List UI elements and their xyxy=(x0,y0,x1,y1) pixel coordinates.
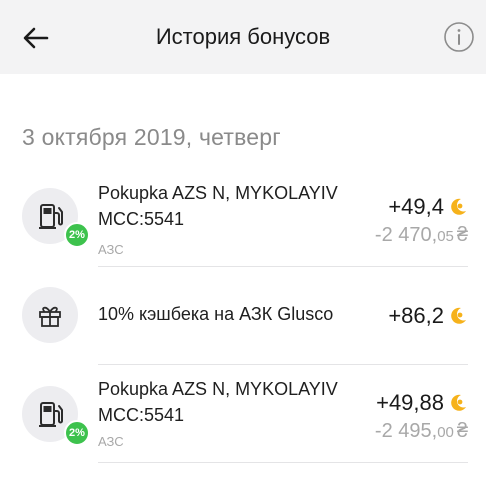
page-title: История бонусов xyxy=(155,24,331,49)
divider xyxy=(98,364,468,365)
transaction-title: 10% кэшбека на АЗК Glusco xyxy=(98,304,334,324)
transaction-icon-circle xyxy=(22,287,78,343)
bonus-amount: +49,88 xyxy=(376,390,468,416)
purchase-amount-decimals: 05 xyxy=(437,228,454,245)
transaction-category: АЗС xyxy=(98,434,124,449)
bonus-amount: +86,2 xyxy=(388,303,468,329)
currency-symbol: ₴ xyxy=(456,420,468,442)
bonus-transaction[interactable]: 2% Pokupka AZS N, MYKOLAYIV MCC:5541 АЗС… xyxy=(0,170,486,266)
app-header: История бонусов xyxy=(0,0,486,74)
bonus-transaction[interactable]: 2% Pokupka AZS N, MYKOLAYIV MCC:5541 АЗС… xyxy=(0,366,486,462)
cashback-percent-badge: 2% xyxy=(64,222,90,248)
purchase-amount-decimals: 00 xyxy=(437,424,454,441)
divider xyxy=(98,462,468,463)
fuel-pump-icon xyxy=(39,402,63,427)
currency-symbol: ₴ xyxy=(456,224,468,246)
cashback-percent-badge: 2% xyxy=(64,420,90,446)
bonus-value: +49,4 xyxy=(388,194,444,219)
fuel-pump-icon xyxy=(39,204,63,229)
transaction-icon-circle: 2% xyxy=(22,188,90,248)
info-button[interactable] xyxy=(442,20,476,54)
date-heading: 3 октября 2019, четверг xyxy=(22,124,281,150)
bonus-coin-icon xyxy=(448,393,468,413)
bonus-transaction[interactable]: 10% кэшбека на АЗК Glusco +86,2 xyxy=(0,267,486,363)
transaction-title: Pokupka AZS N, MYKOLAYIV MCC:5541 xyxy=(98,379,338,425)
transaction-icon-circle: 2% xyxy=(22,386,90,446)
bonus-coin-icon xyxy=(448,306,468,326)
purchase-amount-main: -2 495, xyxy=(374,420,438,442)
bonus-value: +86,2 xyxy=(388,303,444,328)
bonus-amount: +49,4 xyxy=(388,194,468,220)
transaction-category: АЗС xyxy=(98,242,124,257)
gift-icon xyxy=(39,306,61,327)
bonus-value: +49,88 xyxy=(376,390,444,415)
purchase-amount-main: -2 470, xyxy=(374,224,438,246)
info-icon xyxy=(444,22,474,52)
purchase-amount: -2 495, 00 ₴ xyxy=(375,420,468,443)
bonus-coin-icon xyxy=(448,197,468,217)
transaction-title: Pokupka AZS N, MYKOLAYIV MCC:5541 xyxy=(98,183,338,229)
purchase-amount: -2 470, 05 ₴ xyxy=(375,224,468,247)
